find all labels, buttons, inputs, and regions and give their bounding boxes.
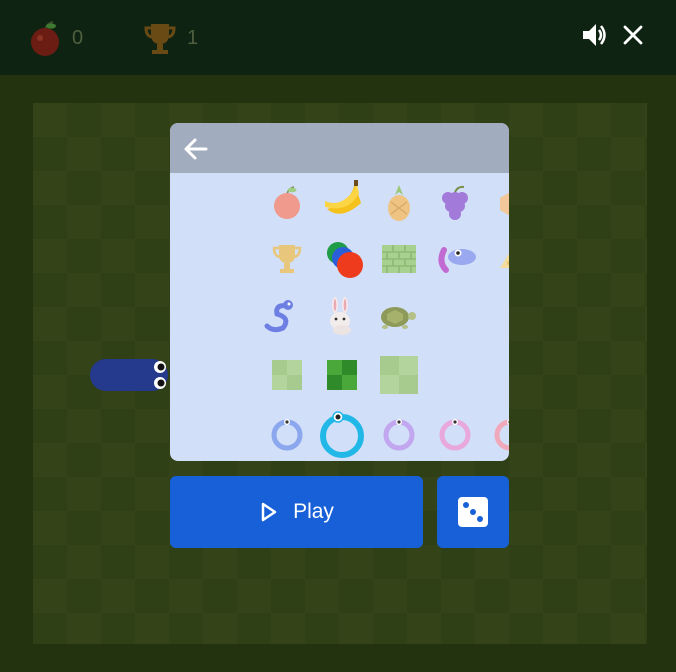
close-icon[interactable] (622, 24, 644, 46)
cheese-icon (500, 192, 509, 216)
apple-count: 0 (72, 26, 84, 49)
food-pineapple-option[interactable] (377, 181, 421, 225)
goal-balls-option[interactable] (320, 237, 368, 281)
goal-wall-option[interactable] (377, 237, 421, 281)
settings-panel (170, 123, 509, 461)
cheese-icon (500, 253, 509, 268)
top-bar: 0 1 (0, 0, 676, 75)
snake-toy-icon (438, 247, 476, 273)
ring-snake-purple-icon (383, 419, 415, 451)
animal-turtle-option[interactable] (375, 295, 419, 339)
back-arrow-icon[interactable] (182, 135, 210, 163)
size-medium-option[interactable] (320, 353, 364, 397)
apple-icon (274, 186, 300, 219)
apple-icon (31, 21, 59, 56)
ring-snake-rose-icon (494, 419, 509, 451)
wall-icon (382, 245, 416, 273)
food-grapes-option[interactable] (433, 181, 477, 225)
play-button[interactable]: Play (170, 476, 423, 548)
pineapple-icon (388, 185, 410, 221)
color-cyan-option[interactable] (318, 407, 366, 459)
medium-board-icon (327, 360, 357, 390)
dice-icon (458, 497, 488, 527)
color-pink-option[interactable] (433, 411, 477, 455)
color-rose-option[interactable] (488, 411, 509, 455)
speaker-icon[interactable] (580, 20, 610, 50)
goal-trophy-option[interactable] (265, 237, 309, 281)
trophy-icon (144, 24, 176, 54)
size-small-option[interactable] (265, 353, 309, 397)
best-score: 1 (143, 20, 198, 56)
color-purple-option[interactable] (377, 411, 421, 455)
food-banana-option[interactable] (320, 179, 368, 223)
food-cheese-option[interactable] (488, 181, 509, 225)
banana-icon (325, 180, 361, 214)
snake-icon (264, 300, 293, 333)
best-count: 1 (187, 26, 199, 49)
ring-snake-pink-icon (439, 419, 471, 451)
food-apple-option[interactable] (265, 181, 309, 225)
color-blue-option[interactable] (265, 411, 309, 455)
rabbit-icon (330, 297, 351, 335)
size-large-option[interactable] (377, 351, 421, 399)
snake (90, 359, 168, 391)
small-board-icon (272, 360, 302, 390)
goal-cheese-option[interactable] (488, 237, 509, 281)
apple-score: 0 (28, 20, 83, 56)
trophy-icon (272, 245, 302, 273)
animal-rabbit-option[interactable] (318, 295, 362, 339)
balls-icon (327, 242, 363, 278)
panel-header (170, 123, 509, 173)
ring-snake-cyan-icon (320, 411, 364, 458)
play-label: Play (293, 500, 334, 523)
large-board-icon (380, 356, 418, 394)
ring-snake-blue-icon (271, 419, 303, 451)
play-icon (261, 502, 277, 522)
random-button[interactable] (437, 476, 509, 548)
animal-snake-option[interactable] (259, 295, 303, 339)
turtle-icon (381, 307, 416, 329)
goal-snake-toy-option[interactable] (433, 237, 481, 281)
grapes-icon (442, 185, 468, 220)
